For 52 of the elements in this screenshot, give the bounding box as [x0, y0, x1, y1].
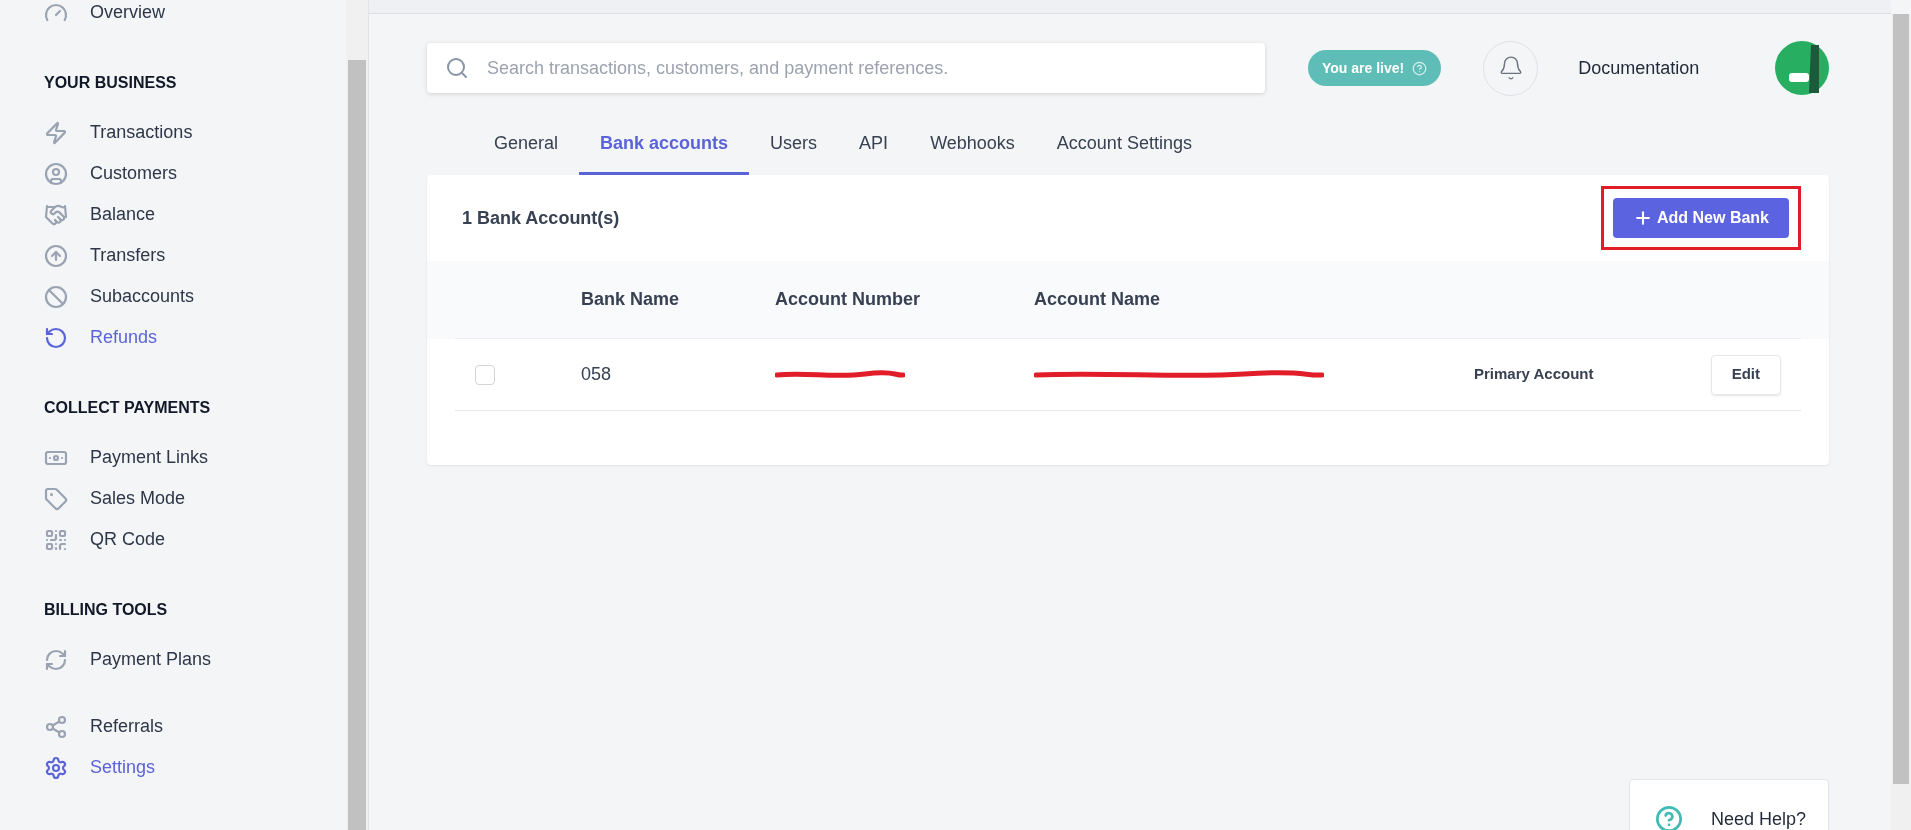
user-circle-icon	[44, 161, 68, 186]
search-input[interactable]: Search transactions, customers, and payment references.	[487, 54, 1247, 82]
sidebar-item[interactable]: Transfers	[44, 235, 346, 276]
search-icon	[445, 56, 469, 80]
search-box[interactable]: Search transactions, customers, and payment references.	[427, 43, 1265, 93]
help-icon	[1412, 60, 1428, 76]
tab[interactable]: Webhooks	[909, 115, 1036, 175]
sidebar-item[interactable]: Settings	[44, 747, 346, 788]
sidebar-item[interactable]: Subaccounts	[44, 276, 346, 317]
row-checkbox[interactable]	[475, 364, 495, 385]
network-icon	[44, 714, 68, 739]
page-scrollbar[interactable]	[1891, 14, 1911, 830]
tab[interactable]: Users	[749, 115, 839, 175]
handshake-icon	[44, 202, 68, 227]
section-heading: COLLECT PAYMENTS	[44, 398, 212, 418]
sidebar-item[interactable]: Customers	[44, 153, 346, 194]
section-heading: BILLING TOOLS	[44, 600, 169, 620]
edit-button[interactable]: Edit	[1710, 354, 1781, 395]
sidebar-scrollbar[interactable]	[346, 0, 368, 830]
sidebar-item[interactable]: Refunds	[44, 317, 346, 358]
primary-account-label: Primary Account	[1474, 364, 1594, 385]
add-bank-button[interactable]: Add New Bank	[1613, 198, 1789, 238]
plus-icon	[1633, 208, 1653, 228]
column-header: Account Number	[775, 288, 921, 311]
qr-code-icon	[44, 527, 68, 552]
section-heading: YOUR BUSINESS	[44, 73, 178, 93]
help-icon	[1655, 805, 1683, 830]
sidebar-item[interactable]: Payment Links	[44, 437, 346, 478]
tab[interactable]: General	[473, 115, 580, 175]
avatar[interactable]	[1775, 41, 1829, 95]
settings-icon	[44, 755, 68, 780]
tab[interactable]: Account Settings	[1035, 115, 1213, 175]
column-header: Bank Name	[581, 288, 681, 311]
sidebar-item[interactable]: QR Code	[44, 519, 346, 560]
sidebar-item[interactable]: Overview	[44, 0, 346, 33]
documentation-link[interactable]: Documentation	[1578, 54, 1700, 82]
tab[interactable]: API	[838, 115, 910, 175]
refresh-icon	[44, 325, 68, 350]
arrow-up-circle-icon	[44, 243, 68, 268]
slash-circle-icon	[44, 284, 68, 309]
column-header: Account Name	[1034, 288, 1161, 311]
card-title: 1 Bank Account(s)	[462, 206, 620, 230]
need-help-button[interactable]: Need Help?	[1629, 779, 1829, 830]
sidebar-item[interactable]: Referrals	[44, 706, 346, 747]
table-cell-text: 058	[581, 363, 613, 386]
sidebar-item[interactable]: Transactions	[44, 112, 346, 153]
sidebar-item[interactable]: Sales Mode	[44, 478, 346, 519]
refresh-icon	[44, 647, 68, 672]
lightning-icon	[44, 120, 68, 145]
sidebar-item[interactable]: Payment Plans	[44, 639, 346, 680]
sidebar-item[interactable]: Balance	[44, 194, 346, 235]
tag-icon	[44, 486, 68, 511]
